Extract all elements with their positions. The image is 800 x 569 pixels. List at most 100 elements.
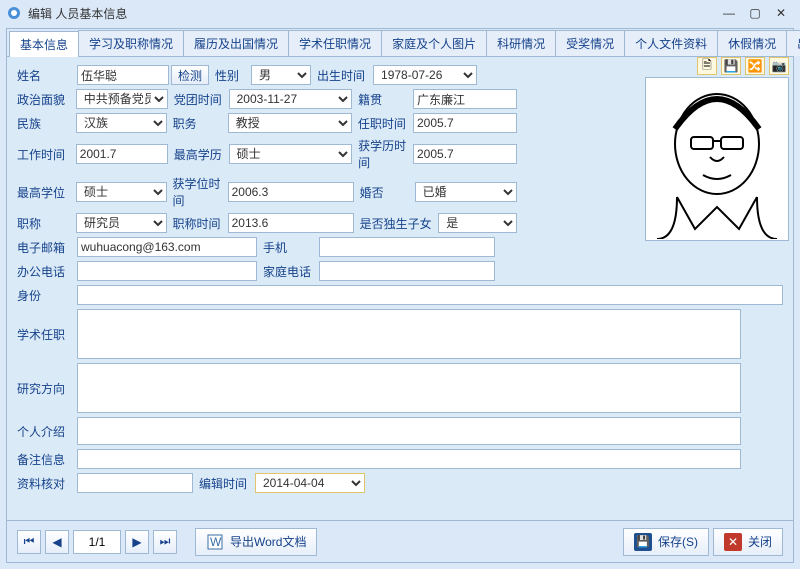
photo-save-button[interactable]: 💾 (721, 57, 741, 75)
check-button[interactable]: 检测 (171, 65, 209, 85)
title-select[interactable]: 研究员 (76, 213, 167, 233)
work-time-input[interactable] (76, 144, 168, 164)
label-work-time: 工作时间 (17, 146, 76, 163)
prev-icon: ◀ (52, 535, 61, 549)
next-icon: ▶ (132, 535, 141, 549)
gender-select[interactable]: 男 (251, 65, 311, 85)
save-icon: 💾 (724, 59, 739, 73)
tab-basic-info[interactable]: 基本信息 (9, 31, 79, 57)
office-phone-input[interactable] (77, 261, 257, 281)
photo-panel (645, 77, 789, 241)
tab-family-photos[interactable]: 家庭及个人图片 (381, 30, 487, 56)
save-button[interactable]: 💾 保存(S) (623, 528, 709, 556)
label-remark: 备注信息 (17, 451, 77, 468)
save-label: 保存(S) (658, 533, 698, 550)
tab-vacation[interactable]: 休假情况 (717, 30, 787, 56)
camera-icon: 📷 (772, 59, 787, 73)
last-icon: ⏭ (160, 534, 171, 549)
degree-time-input[interactable] (228, 182, 354, 202)
label-ethnic: 民族 (17, 115, 76, 132)
degree-select[interactable]: 硕士 (76, 182, 167, 202)
export-word-label: 导出Word文档 (230, 533, 306, 550)
tab-resume-abroad[interactable]: 履历及出国情况 (183, 30, 289, 56)
edu-select[interactable]: 硕士 (229, 144, 353, 164)
app-icon (6, 5, 22, 21)
label-duty: 职务 (173, 115, 228, 132)
name-input[interactable] (77, 65, 169, 85)
ethnic-select[interactable]: 汉族 (76, 113, 167, 133)
page-display: 1/1 (73, 530, 121, 554)
svg-text:W: W (210, 535, 222, 549)
birth-date-select[interactable]: 1978-07-26 (373, 65, 477, 85)
label-email: 电子邮箱 (17, 239, 77, 256)
label-gender: 性别 (215, 67, 251, 84)
edit-time-select[interactable]: 2014-04-04 (255, 473, 365, 493)
label-home-phone: 家庭电话 (263, 263, 319, 280)
intro-textarea[interactable] (77, 417, 741, 445)
nav-next-button[interactable]: ▶ (125, 530, 149, 554)
label-degree: 最高学位 (17, 184, 76, 201)
label-acad-post: 学术任职 (17, 326, 77, 343)
tab-business-trip[interactable]: 出差情况 (786, 30, 800, 56)
label-native: 籍贯 (358, 91, 413, 108)
mobile-input[interactable] (319, 237, 495, 257)
first-icon: ⏮ (24, 534, 35, 549)
person-sketch (647, 79, 787, 239)
label-intro: 个人介绍 (17, 423, 77, 440)
close-window-button[interactable]: ✕ (768, 6, 794, 20)
label-birth: 出生时间 (317, 67, 373, 84)
close-icon: ✕ (724, 533, 742, 551)
tab-awards[interactable]: 受奖情况 (555, 30, 625, 56)
tab-bar: 基本信息 学习及职称情况 履历及出国情况 学术任职情况 家庭及个人图片 科研情况… (7, 29, 793, 57)
footer-bar: ⏮ ◀ 1/1 ▶ ⏭ W 导出Word文档 💾 保存(S) ✕ 关闭 (7, 520, 793, 562)
label-duty-time: 任职时间 (358, 115, 413, 132)
photo-swap-button[interactable]: 🔀 (745, 57, 765, 75)
polit-select[interactable]: 中共预备党员 (76, 89, 168, 109)
research-textarea[interactable] (77, 363, 741, 413)
label-title: 职称 (17, 215, 76, 232)
marriage-select[interactable]: 已婚 (415, 182, 517, 202)
swap-icon: 🔀 (748, 59, 763, 73)
label-polit: 政治面貌 (17, 91, 76, 108)
word-doc-icon: W (206, 533, 224, 551)
duty-time-input[interactable] (413, 113, 517, 133)
save-icon: 💾 (634, 533, 652, 551)
duty-select[interactable]: 教授 (228, 113, 352, 133)
nav-prev-button[interactable]: ◀ (45, 530, 69, 554)
close-button[interactable]: ✕ 关闭 (713, 528, 783, 556)
identity-input[interactable] (77, 285, 783, 305)
minimize-button[interactable]: ― (716, 6, 742, 20)
note-icon: 🗎 (702, 57, 712, 77)
label-office-phone: 办公电话 (17, 263, 77, 280)
label-only-child: 是否独生子女 (360, 215, 439, 232)
remark-input[interactable] (77, 449, 741, 469)
maximize-button[interactable]: ▢ (742, 6, 768, 20)
tab-academic-post[interactable]: 学术任职情况 (288, 30, 382, 56)
nav-last-button[interactable]: ⏭ (153, 530, 177, 554)
photo-new-button[interactable]: 🗎 (697, 57, 717, 75)
tab-research[interactable]: 科研情况 (486, 30, 556, 56)
label-edu: 最高学历 (174, 146, 229, 163)
only-child-select[interactable]: 是 (438, 213, 517, 233)
window-title: 编辑 人员基本信息 (28, 5, 716, 22)
title-time-input[interactable] (228, 213, 354, 233)
export-word-button[interactable]: W 导出Word文档 (195, 528, 317, 556)
label-edit-time: 编辑时间 (199, 475, 255, 492)
verify-input[interactable] (77, 473, 193, 493)
label-edu-time: 获学历时间 (358, 137, 413, 171)
label-research: 研究方向 (17, 380, 77, 397)
tab-study-title[interactable]: 学习及职称情况 (78, 30, 184, 56)
acad-post-textarea[interactable] (77, 309, 741, 359)
photo-camera-button[interactable]: 📷 (769, 57, 789, 75)
party-time-select[interactable]: 2003-11-27 (229, 89, 353, 109)
close-label: 关闭 (748, 533, 772, 550)
nav-first-button[interactable]: ⏮ (17, 530, 41, 554)
edu-time-input[interactable] (413, 144, 517, 164)
email-input[interactable] (77, 237, 257, 257)
title-bar: 编辑 人员基本信息 ― ▢ ✕ (0, 0, 800, 26)
label-identity: 身份 (17, 287, 77, 304)
label-verify: 资料核对 (17, 475, 77, 492)
tab-personal-files[interactable]: 个人文件资料 (624, 30, 718, 56)
home-phone-input[interactable] (319, 261, 495, 281)
native-input[interactable] (413, 89, 517, 109)
